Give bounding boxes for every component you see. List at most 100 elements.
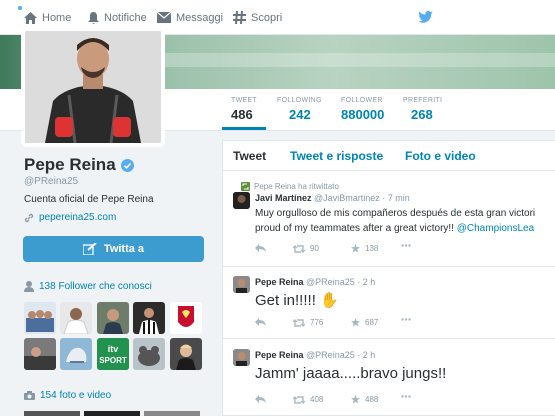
retweet-icon	[293, 318, 305, 327]
tweet-item[interactable]: Pepe Reina @PReina25 · 2 h Get in!!!!! ✋…	[223, 267, 555, 339]
reply-icon	[255, 395, 266, 403]
follower-thumbnail[interactable]	[133, 338, 165, 370]
tweet-item[interactable]: Pepe Reina @PReina25 · 2 h Jamm' jaaaa..…	[223, 339, 555, 415]
link-icon	[24, 213, 34, 222]
goalkeeper-photo	[25, 31, 161, 143]
profile-website-link[interactable]: pepereina25.com	[24, 212, 116, 223]
compose-icon	[82, 243, 97, 255]
tweet-to-label: Twitta a	[103, 243, 145, 255]
stat-followers[interactable]: FOLLOWER 880000	[341, 97, 384, 122]
stat-favorites[interactable]: PREFERITI 268	[403, 97, 442, 122]
reply-button[interactable]	[255, 318, 271, 326]
reply-button[interactable]	[255, 244, 271, 252]
nav-notifications-label: Notifiche	[104, 11, 147, 24]
reply-button[interactable]	[255, 395, 271, 403]
followers-you-know-text: 138 Follower che conosci	[39, 281, 152, 292]
retweet-button[interactable]: 776	[293, 318, 323, 327]
favorite-button[interactable]: 488	[351, 395, 378, 404]
stat-value: 880000	[341, 107, 385, 122]
follower-thumbnail[interactable]	[133, 302, 165, 334]
favorite-count: 138	[365, 244, 379, 253]
retweet-icon	[293, 244, 305, 253]
stat-label: PREFERITI	[403, 97, 443, 104]
itv-logo-text: itv	[108, 344, 119, 354]
notification-dot	[18, 6, 22, 10]
favorite-count: 687	[365, 318, 379, 327]
star-icon	[351, 318, 360, 327]
active-stat-indicator	[222, 127, 266, 130]
stat-label: FOLLOWER	[341, 97, 383, 104]
tab-tweets[interactable]: Tweet	[233, 149, 266, 163]
nav-home-label: Home	[42, 11, 72, 24]
retweet-notice: Pepe Reina ha ritwittato	[241, 182, 339, 191]
tweet-avatar[interactable]	[233, 276, 250, 293]
tweet-avatar[interactable]	[233, 192, 250, 209]
timeline-tabs: Tweet Tweet e risposte Foto e video	[223, 141, 555, 171]
profile-bio: Cuenta oficial de Pepe Reina	[24, 194, 154, 205]
home-icon	[24, 11, 37, 24]
tweet-to-button[interactable]: Twitta a	[23, 236, 204, 262]
profile-avatar[interactable]	[21, 27, 165, 147]
more-button[interactable]	[401, 318, 416, 321]
tweet-text-line1: Muy orgulloso de mis compañeros después …	[255, 208, 536, 219]
follower-thumbnail[interactable]: itv SPORT	[97, 338, 129, 370]
nav-messages[interactable]: Messaggi	[157, 0, 223, 35]
follower-thumbnail[interactable]	[24, 338, 56, 370]
bell-icon	[88, 11, 99, 24]
retweet-button[interactable]: 408	[293, 395, 323, 404]
favorite-button[interactable]: 138	[351, 244, 378, 253]
tweet-avatar[interactable]	[233, 349, 250, 366]
tweet-mention-link[interactable]: @ChampionsLea	[457, 223, 534, 234]
stat-value: 242	[289, 107, 311, 122]
verified-badge-icon	[120, 158, 134, 172]
profile-name-text: Pepe Reina	[24, 155, 116, 174]
envelope-icon	[157, 12, 171, 23]
star-icon	[351, 244, 360, 253]
hashtag-icon	[233, 11, 246, 24]
more-dots-icon	[401, 244, 411, 247]
tweet-author-name[interactable]: Javi Martínez	[255, 193, 312, 203]
profile-name: Pepe Reina	[24, 155, 134, 175]
retweet-icon	[293, 395, 305, 404]
follower-thumbnail[interactable]	[24, 302, 56, 334]
retweet-button[interactable]: 90	[293, 244, 319, 253]
more-button[interactable]	[401, 395, 416, 398]
profile-handle: @PReina25	[24, 176, 79, 187]
star-icon	[351, 395, 360, 404]
tweet-item[interactable]: Pepe Reina ha ritwittato Javi Martínez @…	[223, 172, 555, 267]
tab-tweets-and-replies[interactable]: Tweet e risposte	[290, 149, 383, 163]
nav-messages-label: Messaggi	[176, 11, 224, 24]
stat-tweets[interactable]: TWEET 486	[231, 97, 257, 122]
favorite-button[interactable]: 687	[351, 318, 378, 327]
tweet-text-plain: proud of my teammates after a great vict…	[255, 223, 457, 234]
follower-thumbnail[interactable]	[60, 302, 92, 334]
followers-you-know-link[interactable]: 138 Follower che conosci	[24, 281, 152, 292]
twitter-bird-icon[interactable]	[418, 11, 433, 23]
follower-thumbnail[interactable]	[170, 302, 202, 334]
tweet-timeline: Tweet Tweet e risposte Foto e video Pepe…	[222, 140, 555, 416]
follower-thumbnail[interactable]	[170, 338, 202, 370]
stat-following[interactable]: FOLLOWING 242	[277, 97, 322, 122]
retweet-count: 90	[310, 244, 319, 253]
stat-value: 486	[231, 107, 253, 122]
stat-value: 268	[411, 107, 433, 122]
favorite-count: 488	[365, 395, 379, 404]
retweet-badge-icon	[241, 182, 250, 191]
retweet-notice-text: Pepe Reina ha ritwittato	[254, 182, 339, 191]
follower-thumbnail[interactable]	[97, 302, 129, 334]
photos-videos-link[interactable]: 154 foto e video	[24, 390, 111, 401]
person-icon	[24, 281, 34, 292]
tweet-header: Pepe Reina @PReina25 · 2 h	[255, 350, 375, 360]
tweet-author-name[interactable]: Pepe Reina	[255, 350, 304, 360]
nav-discover[interactable]: Scopri	[233, 0, 282, 35]
camera-icon	[24, 391, 35, 400]
sport-logo-text: SPORT	[99, 356, 127, 365]
tweet-text: Jamm' jaaaa.....bravo jungs!!	[255, 365, 447, 382]
tab-photos-and-videos[interactable]: Foto e video	[405, 149, 476, 163]
more-button[interactable]	[401, 244, 416, 247]
tweet-text-line2: proud of my teammates after a great vict…	[255, 223, 534, 234]
tweet-header: Pepe Reina @PReina25 · 2 h	[255, 277, 375, 287]
tweet-author-name[interactable]: Pepe Reina	[255, 277, 304, 287]
reply-icon	[255, 244, 266, 252]
follower-thumbnail[interactable]	[60, 338, 92, 370]
